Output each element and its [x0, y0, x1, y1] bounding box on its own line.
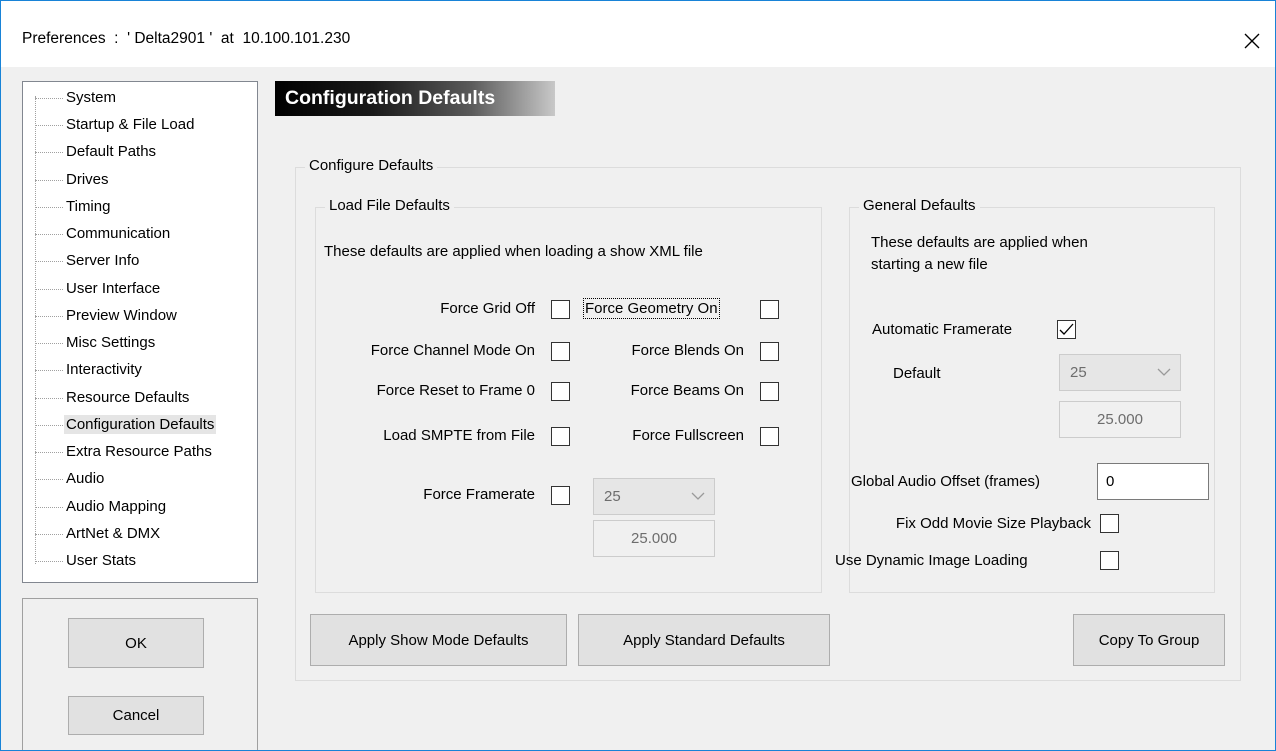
title-bar: Preferences : ' Delta2901 ' at 10.100.10…: [1, 1, 1275, 67]
apply-standard-defaults-button[interactable]: Apply Standard Defaults: [578, 614, 830, 666]
tree-item-drives[interactable]: Drives: [23, 167, 257, 194]
tree-item-label: Startup & File Load: [66, 116, 195, 133]
page-title: Configuration Defaults: [275, 81, 555, 116]
default-framerate-select[interactable]: 25: [1059, 354, 1181, 391]
tree-item-label: Misc Settings: [66, 334, 156, 351]
force-geometry-on-checkbox[interactable]: [760, 300, 779, 319]
force-beams-on-label: Force Beams On: [630, 382, 744, 399]
tree-item-label: System: [66, 89, 117, 106]
close-icon: [1244, 33, 1260, 49]
tree-item-default-paths[interactable]: Default Paths: [23, 139, 257, 166]
apply-show-mode-defaults-button[interactable]: Apply Show Mode Defaults: [310, 614, 567, 666]
tree-item-label: Extra Resource Paths: [66, 443, 212, 460]
force-fullscreen-label: Force Fullscreen: [632, 427, 744, 444]
tree-item-label: Audio Mapping: [66, 498, 167, 515]
default-framerate-label: Default: [893, 365, 941, 382]
tree-item-label: Default Paths: [66, 143, 157, 160]
tree-item-startup[interactable]: Startup & File Load: [23, 112, 257, 139]
dynamic-image-loading-label: Use Dynamic Image Loading: [835, 552, 1028, 569]
ok-button[interactable]: OK: [68, 618, 204, 668]
tree-item-label: ArtNet & DMX: [66, 525, 161, 542]
tree-item-communication[interactable]: Communication: [23, 221, 257, 248]
tree-item-user-stats[interactable]: User Stats: [23, 548, 257, 575]
preferences-window: Preferences : ' Delta2901 ' at 10.100.10…: [0, 0, 1276, 751]
tree-item-label: User Stats: [66, 552, 137, 569]
tree-item-label: Server Info: [66, 252, 140, 269]
default-framerate-select-value: 25: [1070, 364, 1087, 381]
tree-item-interactivity[interactable]: Interactivity: [23, 357, 257, 384]
preferences-tree[interactable]: System Startup & File Load Default Paths…: [22, 81, 258, 583]
tree-item-system[interactable]: System: [23, 85, 257, 112]
automatic-framerate-checkbox[interactable]: [1057, 320, 1076, 339]
cancel-button[interactable]: Cancel: [68, 696, 204, 735]
check-icon: [1059, 323, 1074, 335]
force-channel-mode-checkbox[interactable]: [551, 342, 570, 361]
tree-item-preview-window[interactable]: Preview Window: [23, 303, 257, 330]
force-blends-on-label: Force Blends On: [631, 342, 744, 359]
default-framerate-value: 25.000: [1059, 401, 1181, 438]
chevron-down-icon: [1157, 368, 1171, 376]
automatic-framerate-label: Automatic Framerate: [872, 321, 1013, 338]
tree-item-label: Audio: [66, 470, 105, 487]
force-framerate-select[interactable]: 25: [593, 478, 715, 515]
fix-odd-movie-checkbox[interactable]: [1100, 514, 1119, 533]
tree-item-label: User Interface: [66, 280, 161, 297]
dialog-button-panel: OK Cancel: [22, 598, 258, 750]
force-blends-on-checkbox[interactable]: [760, 342, 779, 361]
tree-item-audio-mapping[interactable]: Audio Mapping: [23, 494, 257, 521]
global-audio-offset-input[interactable]: [1097, 463, 1209, 500]
dynamic-image-loading-checkbox[interactable]: [1100, 551, 1119, 570]
close-button[interactable]: [1229, 23, 1275, 59]
tree-item-label: Communication: [66, 225, 171, 242]
tree-item-label: Resource Defaults: [66, 389, 190, 406]
general-description-line2: starting a new file: [871, 256, 988, 273]
tree-item-label: Drives: [66, 171, 109, 188]
copy-to-group-button[interactable]: Copy To Group: [1073, 614, 1225, 666]
force-channel-mode-label: Force Channel Mode On: [370, 342, 535, 359]
global-audio-offset-label: Global Audio Offset (frames): [851, 473, 1040, 490]
force-framerate-label: Force Framerate: [423, 486, 535, 503]
tree-item-label: Timing: [66, 198, 111, 215]
load-smpte-label: Load SMPTE from File: [383, 427, 535, 444]
tree-item-misc-settings[interactable]: Misc Settings: [23, 330, 257, 357]
tree-item-extra-resource-paths[interactable]: Extra Resource Paths: [23, 439, 257, 466]
force-beams-on-checkbox[interactable]: [760, 382, 779, 401]
force-geometry-on-text: Force Geometry On: [583, 298, 720, 319]
tree-item-artnet-dmx[interactable]: ArtNet & DMX: [23, 521, 257, 548]
tree-item-resource-defaults[interactable]: Resource Defaults: [23, 385, 257, 412]
force-framerate-checkbox[interactable]: [551, 486, 570, 505]
tree-item-user-interface[interactable]: User Interface: [23, 276, 257, 303]
tree-item-server-info[interactable]: Server Info: [23, 248, 257, 275]
general-defaults-legend: General Defaults: [859, 197, 980, 214]
tree-item-label: Interactivity: [66, 361, 142, 378]
tree-item-configuration-defaults[interactable]: Configuration Defaults: [23, 412, 257, 439]
load-smpte-checkbox[interactable]: [551, 427, 570, 446]
force-grid-off-label: Force Grid Off: [440, 300, 535, 317]
force-geometry-on-label: Force Geometry On: [583, 298, 720, 319]
force-reset-frame0-label: Force Reset to Frame 0: [376, 382, 535, 399]
tree-item-audio[interactable]: Audio: [23, 466, 257, 493]
load-file-defaults-legend: Load File Defaults: [325, 197, 454, 214]
fix-odd-movie-label: Fix Odd Movie Size Playback: [895, 515, 1091, 532]
force-framerate-select-value: 25: [604, 488, 621, 505]
force-grid-off-checkbox[interactable]: [551, 300, 570, 319]
configure-defaults-legend: Configure Defaults: [305, 157, 438, 174]
window-title: Preferences : ' Delta2901 ' at 10.100.10…: [22, 30, 351, 47]
tree-item-label: Configuration Defaults: [64, 415, 217, 434]
tree-item-timing[interactable]: Timing: [23, 194, 257, 221]
force-framerate-value: 25.000: [593, 520, 715, 557]
tree-item-label: Preview Window: [66, 307, 177, 324]
general-description-line1: These defaults are applied when: [871, 234, 1088, 251]
load-file-description: These defaults are applied when loading …: [324, 243, 703, 260]
chevron-down-icon: [691, 492, 705, 500]
force-reset-frame0-checkbox[interactable]: [551, 382, 570, 401]
force-fullscreen-checkbox[interactable]: [760, 427, 779, 446]
